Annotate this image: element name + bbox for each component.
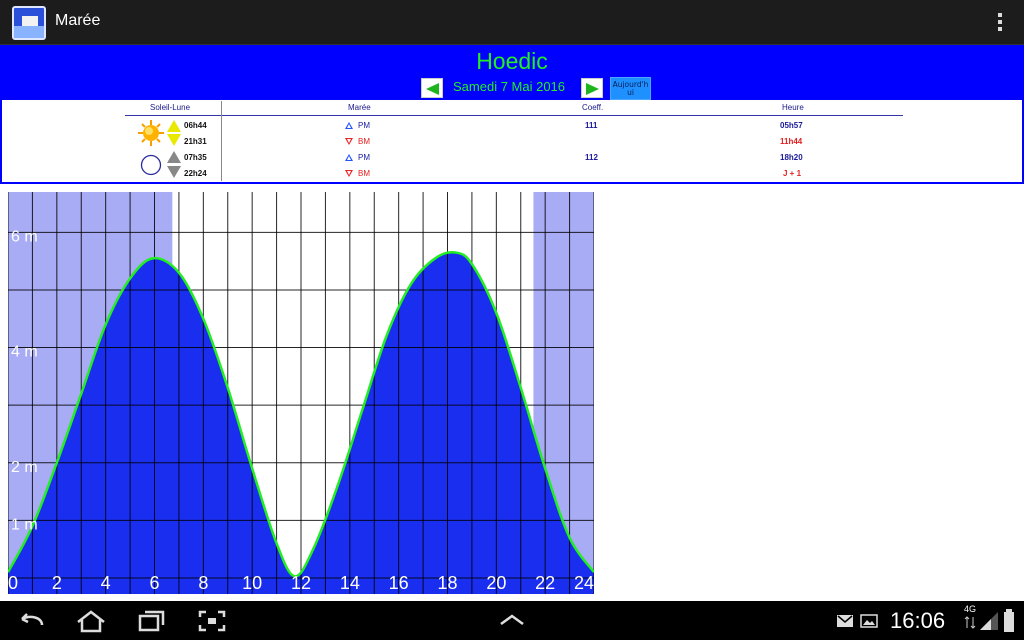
recent-apps-icon[interactable] [138,610,166,632]
tide-type: BM [358,169,370,178]
tide-chart-svg: 1 m2 m4 m6 m0 2 4 6 8 10 12 14 16 18 20 22 24 [6,192,596,594]
x-tick-label: 14 [340,573,360,593]
x-tick-label: 10 [242,573,262,593]
moonset-time: 22h24 [184,169,207,178]
tide-type: PM [358,153,370,162]
sunrise-icon [167,120,181,132]
tide-time: 05h57 [780,121,803,130]
current-date: Samedi 7 Mai 2016 [453,79,566,94]
location-header: Hoedic Samedi 7 Mai 2016 Aujourd'h ui [0,45,1024,100]
status-clock: 16:06 [890,608,946,633]
x-tick-label: 12 [291,573,311,593]
moonset-icon [167,166,181,178]
moonrise-time: 07h35 [184,153,207,162]
moonrise-icon [167,151,181,163]
x-tick-label: 6 [149,573,159,593]
y-tick-label: 2 m [11,459,38,476]
location-name: Hoedic [476,48,548,74]
sunrise-time: 06h44 [184,121,207,130]
tide-info-table: Soleil-Lune Marée Coeff. Heure 06h44 21h… [0,100,1024,184]
date-navigator: Samedi 7 Mai 2016 Aujourd'h ui [0,77,1024,100]
up-chevron-icon[interactable] [498,613,526,627]
arrow-right-icon [586,83,599,95]
arrow-left-icon [426,83,439,95]
new-moon-icon [140,154,162,176]
x-tick-label: 18 [437,573,457,593]
previous-day-button[interactable] [421,78,443,98]
tide-coeff: 112 [585,153,598,162]
x-tick-label: 20 [486,573,506,593]
screenshot-icon[interactable] [198,610,226,632]
next-day-button[interactable] [581,78,603,98]
header-time: Heure [782,103,804,112]
tide-coeff: 111 [585,121,598,130]
sun-icon [138,120,164,146]
home-icon[interactable] [75,609,107,633]
header-divider [125,115,903,116]
tide-time: 18h20 [780,153,803,162]
x-tick-label: 2 [52,573,62,593]
header-sun-moon: Soleil-Lune [150,103,191,112]
sunset-time: 21h31 [184,137,207,146]
data-arrows-icon [964,616,976,629]
y-tick-label: 6 m [11,228,38,245]
high-tide-icon [345,122,353,129]
action-bar: Marée [0,0,1024,45]
app-icon-sea [14,26,44,38]
low-tide-icon [345,138,353,145]
app-lighthouse-icon[interactable] [12,6,46,40]
sunset-icon [167,134,181,146]
tide-time: 11h44 [780,137,803,146]
gmail-icon[interactable] [836,614,854,628]
x-tick-label: 24 [574,573,594,593]
network-type: 4G [964,604,977,614]
x-tick-label: 16 [389,573,409,593]
today-button[interactable]: Aujourd'h ui [610,77,651,100]
gallery-icon[interactable] [860,614,878,628]
tide-time: J + 1 [783,169,802,178]
x-tick-label: 22 [535,573,555,593]
column-divider [221,101,222,181]
header-tide: Marée [348,103,371,112]
header-coeff: Coeff. [582,103,604,112]
x-tick-label: 0 [8,573,18,593]
y-tick-label: 1 m [11,516,38,533]
x-tick-label: 4 [101,573,111,593]
tide-chart[interactable]: 1 m2 m4 m6 m 0 2 4 6 8 10 12 14 16 18 20 22 24 [6,192,596,594]
back-icon[interactable] [16,611,46,631]
tide-type: BM [358,137,370,146]
tide-type: PM [358,121,370,130]
y-tick-label: 4 m [11,344,38,361]
x-tick-label: 8 [198,573,208,593]
app-title: Marée [55,12,101,29]
battery-icon [1004,609,1014,632]
system-nav-bar: 16:06 4G [0,601,1024,640]
signal-icon [980,612,998,630]
app-root: Marée Hoedic Samedi 7 Mai 2016 Aujourd'h… [0,0,1024,640]
high-tide-icon [345,154,353,161]
low-tide-icon [345,170,353,177]
overflow-menu-icon[interactable] [998,13,1004,33]
